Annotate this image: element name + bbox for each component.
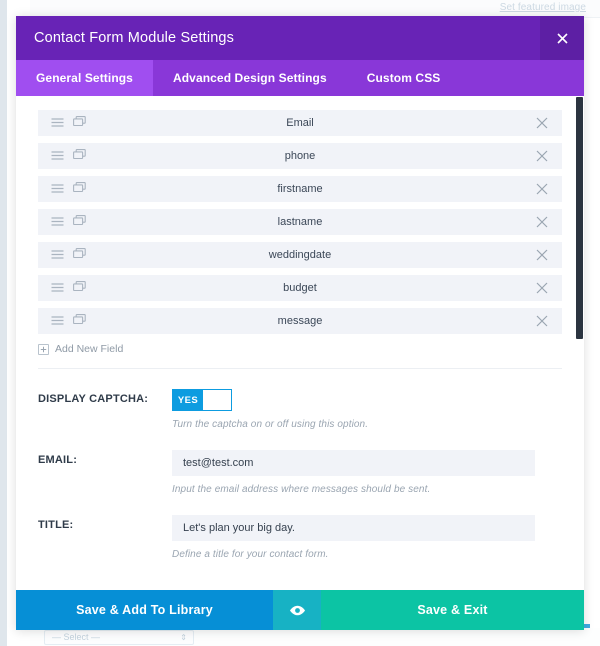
background-bottom-strip: — Select — ⇕: [30, 628, 600, 646]
form-field-row[interactable]: Email: [38, 110, 562, 136]
close-icon: [536, 282, 548, 294]
form-field-row[interactable]: firstname: [38, 176, 562, 202]
toggle-knob: [203, 390, 231, 410]
tab-advanced-design-settings[interactable]: Advanced Design Settings: [153, 60, 347, 96]
save-and-add-to-library-button[interactable]: Save & Add To Library: [16, 590, 273, 630]
field-row-label: message: [38, 315, 562, 327]
remove-field-button[interactable]: [536, 150, 562, 162]
background-select-value: — Select —: [52, 632, 100, 642]
field-row-label: Email: [38, 117, 562, 129]
field-row-tools: [38, 246, 86, 264]
drag-handle-icon[interactable]: [51, 312, 64, 330]
tab-advanced-design-settings-label: Advanced Design Settings: [173, 71, 327, 85]
duplicate-icon[interactable]: [73, 312, 86, 330]
title-control: Define a title for your contact form.: [172, 515, 562, 560]
display-captcha-hint: Turn the captcha on or off using this op…: [172, 419, 562, 430]
duplicate-icon[interactable]: [73, 147, 86, 165]
email-control: Input the email address where messages s…: [172, 450, 562, 495]
modal-footer: Save & Add To Library Save & Exit: [16, 590, 584, 630]
background-select-dropdown[interactable]: — Select — ⇕: [44, 630, 194, 645]
title-hint: Define a title for your contact form.: [172, 549, 562, 560]
option-title: TITLE: Define a title for your contact f…: [38, 495, 562, 560]
email-field[interactable]: [172, 450, 535, 476]
field-row-label: phone: [38, 150, 562, 162]
set-featured-image-link[interactable]: Set featured image: [500, 2, 586, 13]
display-captcha-toggle-value: YES: [173, 390, 203, 410]
body-scrollbar-thumb[interactable]: [576, 97, 583, 339]
add-new-field-label: Add New Field: [55, 343, 123, 355]
drag-handle-icon[interactable]: [51, 213, 64, 231]
contact-form-settings-modal: Contact Form Module Settings General Set…: [16, 16, 584, 630]
tab-general-settings-label: General Settings: [36, 71, 133, 85]
close-icon: [536, 249, 548, 261]
drag-handle-icon[interactable]: [51, 180, 64, 198]
remove-field-button[interactable]: [536, 216, 562, 228]
drag-handle-icon[interactable]: [51, 147, 64, 165]
settings-tabs: General Settings Advanced Design Setting…: [16, 60, 584, 96]
select-caret-icon: ⇕: [180, 632, 187, 644]
duplicate-icon[interactable]: [73, 180, 86, 198]
display-captcha-control: YES Turn the captcha on or off using thi…: [172, 389, 562, 430]
close-icon: [536, 183, 548, 195]
form-field-row[interactable]: lastname: [38, 209, 562, 235]
close-icon: [536, 216, 548, 228]
field-row-label: weddingdate: [38, 249, 562, 261]
save-and-add-to-library-label: Save & Add To Library: [76, 603, 213, 617]
remove-field-button[interactable]: [536, 315, 562, 327]
close-icon: [536, 117, 548, 129]
modal-title: Contact Form Module Settings: [16, 30, 234, 46]
tab-general-settings[interactable]: General Settings: [16, 60, 153, 96]
drag-handle-icon[interactable]: [51, 279, 64, 297]
field-row-tools: [38, 279, 86, 297]
form-field-row[interactable]: budget: [38, 275, 562, 301]
modal-header: Contact Form Module Settings: [16, 16, 584, 60]
close-icon: [557, 33, 568, 44]
duplicate-icon[interactable]: [73, 279, 86, 297]
duplicate-icon[interactable]: [73, 246, 86, 264]
tab-custom-css-label: Custom CSS: [367, 71, 441, 85]
form-field-row[interactable]: message: [38, 308, 562, 334]
save-and-exit-button[interactable]: Save & Exit: [321, 590, 584, 630]
body-scrollbar-track[interactable]: [575, 96, 584, 590]
option-email: EMAIL: Input the email address where mes…: [38, 430, 562, 495]
field-row-label: firstname: [38, 183, 562, 195]
remove-field-button[interactable]: [536, 117, 562, 129]
title-field[interactable]: [172, 515, 535, 541]
add-new-field-button[interactable]: Add New Field: [38, 343, 562, 355]
duplicate-icon[interactable]: [73, 213, 86, 231]
field-row-tools: [38, 180, 86, 198]
close-icon: [536, 315, 548, 327]
tab-custom-css[interactable]: Custom CSS: [347, 60, 461, 96]
field-row-tools: [38, 147, 86, 165]
preview-button[interactable]: [273, 590, 321, 630]
save-and-exit-label: Save & Exit: [417, 603, 487, 617]
form-field-row[interactable]: phone: [38, 143, 562, 169]
remove-field-button[interactable]: [536, 249, 562, 261]
title-label: TITLE:: [38, 515, 172, 560]
form-field-list: Email phone firstname lastname weddingdate bu…: [38, 110, 562, 334]
display-captcha-label: DISPLAY CAPTCHA:: [38, 389, 172, 430]
drag-handle-icon[interactable]: [51, 246, 64, 264]
email-label: EMAIL:: [38, 450, 172, 495]
remove-field-button[interactable]: [536, 183, 562, 195]
plus-icon: [38, 344, 49, 355]
duplicate-icon[interactable]: [73, 114, 86, 132]
drag-handle-icon[interactable]: [51, 114, 64, 132]
field-row-label: lastname: [38, 216, 562, 228]
option-display-captcha: DISPLAY CAPTCHA: YES Turn the captcha on…: [38, 369, 562, 430]
close-button[interactable]: [540, 16, 584, 60]
remove-field-button[interactable]: [536, 282, 562, 294]
field-row-tools: [38, 312, 86, 330]
field-row-tools: [38, 114, 86, 132]
field-row-tools: [38, 213, 86, 231]
display-captcha-toggle[interactable]: YES: [172, 389, 232, 411]
modal-body: Email phone firstname lastname weddingdate bu…: [16, 96, 584, 590]
form-field-row[interactable]: weddingdate: [38, 242, 562, 268]
eye-icon: [289, 605, 306, 616]
email-hint: Input the email address where messages s…: [172, 484, 562, 495]
field-row-label: budget: [38, 282, 562, 294]
close-icon: [536, 150, 548, 162]
